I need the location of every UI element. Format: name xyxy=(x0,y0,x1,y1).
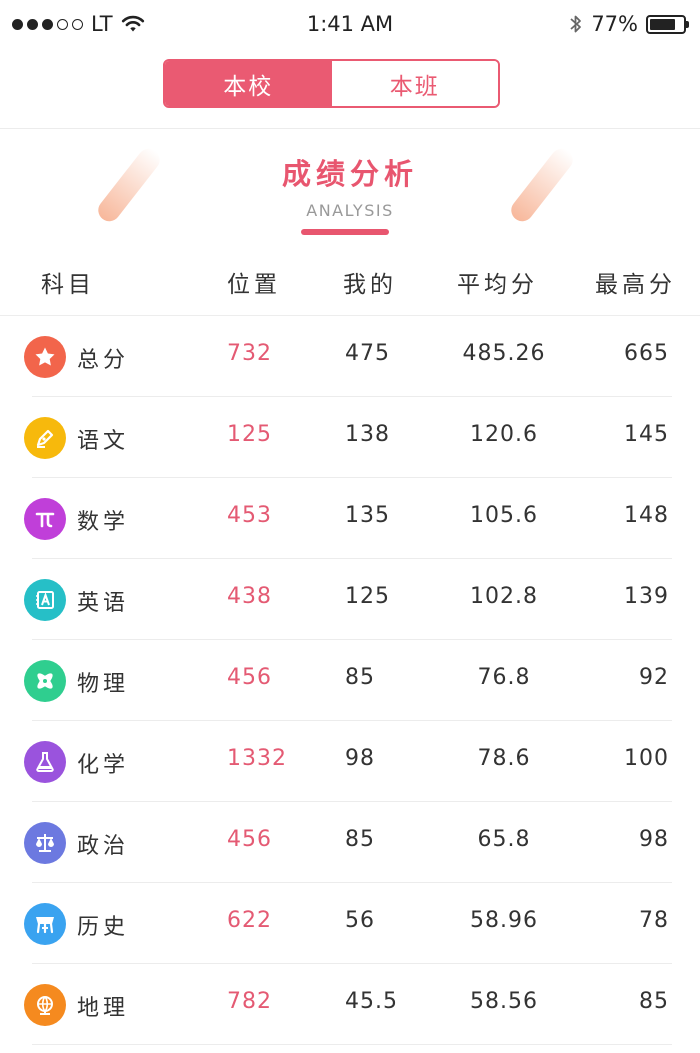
battery-icon xyxy=(646,14,689,34)
globe-icon xyxy=(24,984,66,1026)
my-score-value: 125 xyxy=(345,584,390,609)
table-row[interactable]: 数学 453 135 105.6 148 xyxy=(0,478,700,559)
column-rank: 位置 xyxy=(227,272,281,298)
page-title: 成绩分析 xyxy=(281,157,418,191)
bluetooth-icon xyxy=(570,15,582,33)
max-score-value: 139 xyxy=(624,584,669,609)
rank-value: 622 xyxy=(227,908,272,933)
my-score-value: 475 xyxy=(345,341,390,366)
atom-icon xyxy=(24,660,66,702)
star-icon xyxy=(24,336,66,378)
subject-name: 数学 xyxy=(77,510,130,535)
rank-value: 438 xyxy=(227,584,272,609)
my-score-value: 135 xyxy=(345,503,390,528)
table-row[interactable]: 英语 438 125 102.8 139 xyxy=(0,559,700,640)
table-row[interactable]: 语文 125 138 120.6 145 xyxy=(0,397,700,478)
subject-name: 物理 xyxy=(77,672,130,697)
rank-value: 453 xyxy=(227,503,272,528)
scales-icon xyxy=(24,822,66,864)
average-score-value: 78.6 xyxy=(477,746,531,771)
subject-name: 总分 xyxy=(77,348,130,373)
max-score-value: 98 xyxy=(639,827,669,852)
flask-icon xyxy=(24,741,66,783)
row-divider xyxy=(32,1044,672,1045)
table-header: 科目 位置 我的 平均分 最高分 xyxy=(0,261,700,301)
subject-name: 化学 xyxy=(77,753,130,778)
table-row[interactable]: 历史 622 56 58.96 78 xyxy=(0,883,700,964)
max-score-value: 148 xyxy=(624,503,669,528)
average-score-value: 105.6 xyxy=(470,503,538,528)
subject-name: 语文 xyxy=(77,429,130,454)
rank-value: 782 xyxy=(227,989,272,1014)
average-score-value: 76.8 xyxy=(477,665,531,690)
table-row[interactable]: 政治 456 85 65.8 98 xyxy=(0,802,700,883)
column-subject: 科目 xyxy=(41,272,95,298)
rank-value: 732 xyxy=(227,341,272,366)
subject-name: 历史 xyxy=(77,915,130,940)
status-right: 77% xyxy=(569,12,689,36)
battery-fill xyxy=(650,18,675,30)
max-score-value: 85 xyxy=(639,989,669,1014)
table-row[interactable]: 化学 1332 98 78.6 100 xyxy=(0,721,700,802)
my-score-value: 45.5 xyxy=(345,989,398,1014)
my-score-value: 98 xyxy=(345,746,375,771)
max-score-value: 78 xyxy=(639,908,669,933)
my-score-value: 85 xyxy=(345,827,375,852)
pi-icon xyxy=(24,498,66,540)
subject-name: 政治 xyxy=(77,834,130,859)
average-score-value: 102.8 xyxy=(470,584,538,609)
scope-segmented-control: 本校 本班 xyxy=(163,59,500,108)
vessel-icon xyxy=(24,903,66,945)
letter-a-icon xyxy=(24,579,66,621)
page-subtitle: ANALYSIS xyxy=(306,201,394,220)
my-score-value: 56 xyxy=(345,908,375,933)
table-row[interactable]: 总分 732 475 485.26 665 xyxy=(0,316,700,397)
average-score-value: 485.26 xyxy=(462,341,546,366)
rank-value: 1332 xyxy=(227,746,287,771)
average-score-value: 58.96 xyxy=(470,908,538,933)
tab-class[interactable]: 本班 xyxy=(331,61,498,106)
max-score-value: 665 xyxy=(624,341,669,366)
pen-icon xyxy=(24,417,66,459)
average-score-value: 58.56 xyxy=(470,989,538,1014)
my-score-value: 85 xyxy=(345,665,375,690)
max-score-value: 145 xyxy=(624,422,669,447)
title-underline xyxy=(301,229,389,235)
battery-percent: 77% xyxy=(591,12,638,36)
max-score-value: 100 xyxy=(624,746,669,771)
average-score-value: 120.6 xyxy=(470,422,538,447)
header-divider xyxy=(0,128,700,129)
status-bar: LT 1:41 AM 77% xyxy=(0,0,700,50)
max-score-value: 92 xyxy=(639,665,669,690)
rank-value: 456 xyxy=(227,665,272,690)
column-mine: 我的 xyxy=(343,272,397,298)
table-row[interactable]: 地理 782 45.5 58.56 85 xyxy=(0,964,700,1045)
tab-school[interactable]: 本校 xyxy=(165,61,332,106)
column-max: 最高分 xyxy=(595,272,676,298)
subject-name: 地理 xyxy=(77,996,130,1021)
table-row[interactable]: 物理 456 85 76.8 92 xyxy=(0,640,700,721)
my-score-value: 138 xyxy=(345,422,390,447)
rank-value: 125 xyxy=(227,422,272,447)
subject-name: 英语 xyxy=(77,591,130,616)
column-average: 平均分 xyxy=(457,272,538,298)
average-score-value: 65.8 xyxy=(477,827,531,852)
rank-value: 456 xyxy=(227,827,272,852)
